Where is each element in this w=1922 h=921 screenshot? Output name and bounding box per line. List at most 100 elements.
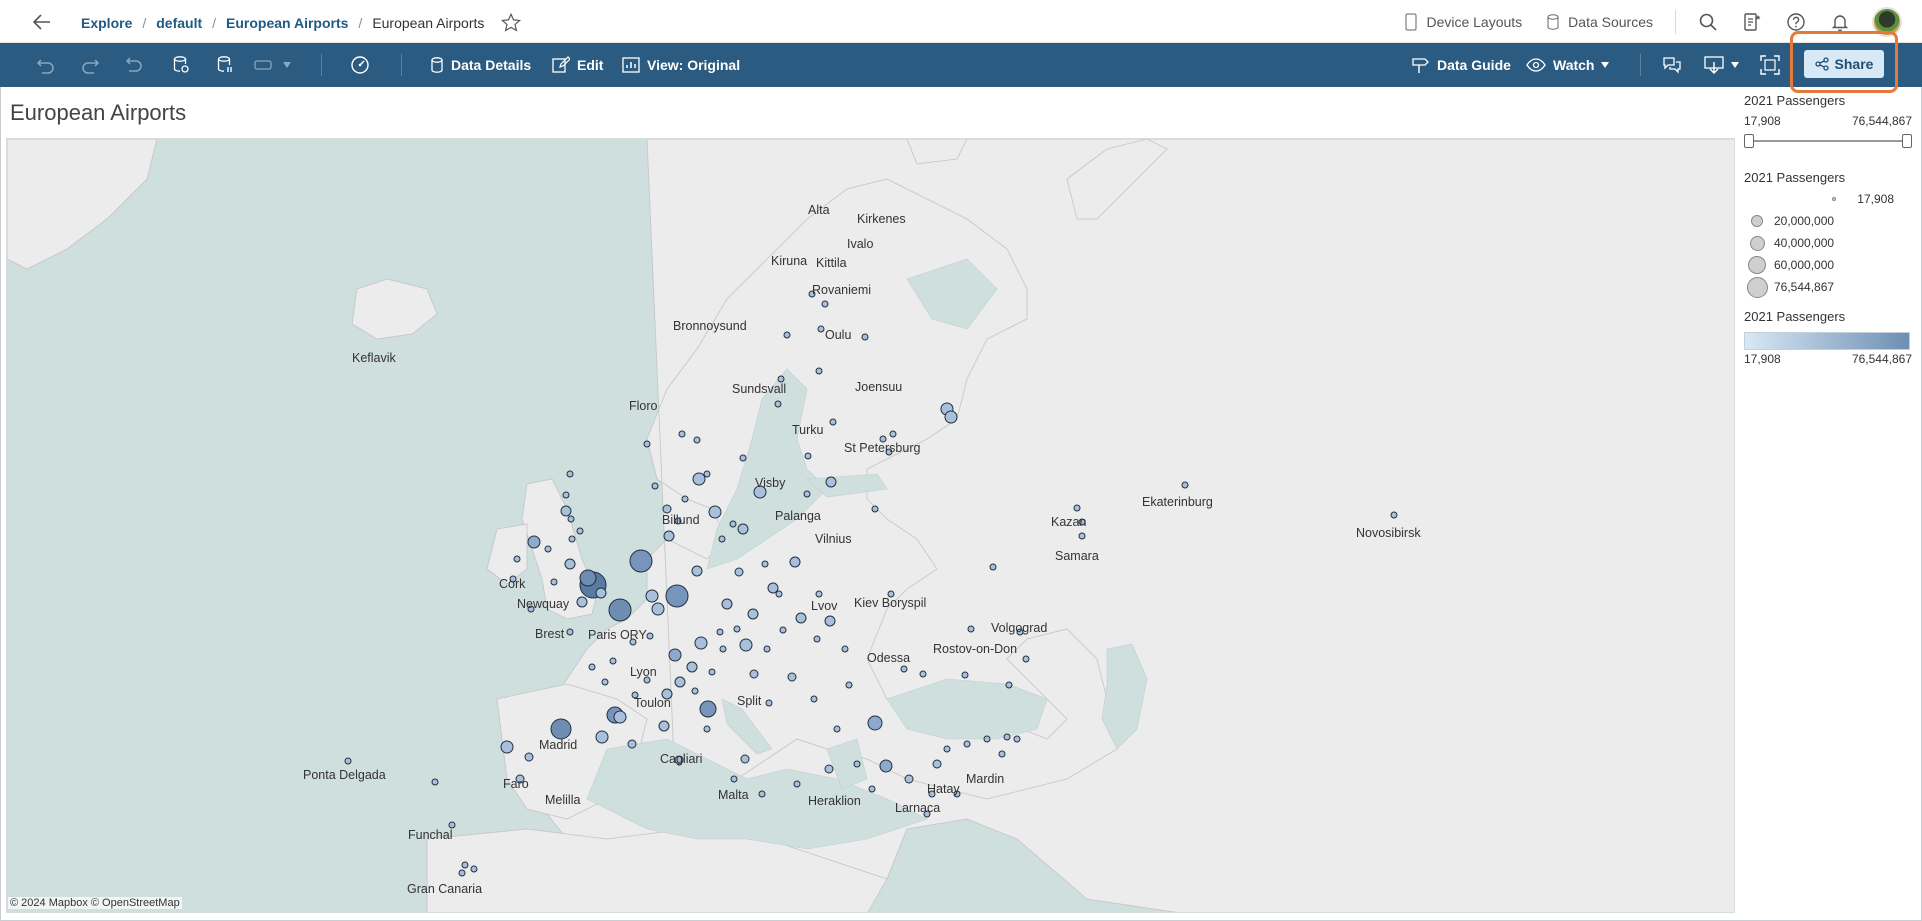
redo-button[interactable] (80, 43, 100, 87)
city-label: Funchal (408, 828, 452, 842)
airport-marker (1013, 735, 1021, 743)
color-min-value: 17,908 (1744, 352, 1781, 366)
size-dot (1749, 235, 1765, 251)
airport-marker (789, 556, 801, 568)
airport-marker (527, 535, 541, 549)
breadcrumb-explore[interactable]: Explore (81, 15, 132, 31)
airport-marker (861, 333, 869, 341)
airport-marker (749, 669, 759, 679)
airport-marker (944, 410, 958, 424)
airport-marker (889, 430, 897, 438)
airport-marker (703, 725, 711, 733)
size-legend-item[interactable]: 76,544,867 (1744, 276, 1894, 298)
search-button[interactable] (1686, 0, 1730, 43)
airport-marker (651, 602, 665, 616)
city-label: Paris ORY (588, 628, 647, 642)
city-label: Kazan (1051, 515, 1086, 529)
metrics-button[interactable] (350, 43, 370, 87)
passengers-range-filter[interactable]: 2021 Passengers 17,908 76,544,867 (1744, 93, 1912, 148)
airport-marker (613, 710, 627, 724)
edit-icon (552, 56, 570, 73)
data-details-button[interactable]: Data Details (430, 43, 531, 87)
comments-button[interactable] (1662, 43, 1682, 87)
pause-updates-button[interactable] (216, 43, 234, 87)
slider-max-handle[interactable] (1902, 134, 1912, 148)
breadcrumb-separator: / (142, 15, 147, 31)
view-toolbar: Data Details Edit View: Original Data Gu… (0, 43, 1922, 87)
range-slider[interactable] (1744, 134, 1912, 148)
city-label: Visby (755, 476, 786, 490)
airport-marker (601, 678, 609, 686)
back-arrow-icon[interactable] (30, 10, 54, 34)
data-sources-button[interactable]: Data Sources (1534, 13, 1665, 31)
full-screen-icon (1760, 55, 1780, 75)
size-legend-item[interactable]: 60,000,000 (1744, 254, 1894, 276)
airport-marker (344, 757, 352, 765)
document-star-icon (1744, 12, 1761, 31)
city-label: Hatay (927, 782, 960, 796)
color-legend-values: 17,908 76,544,867 (1744, 352, 1912, 366)
airport-marker (733, 625, 741, 633)
size-dot (1748, 256, 1766, 274)
view-original-button[interactable]: View: Original (622, 43, 740, 87)
download-button[interactable] (1704, 43, 1739, 87)
watch-button[interactable]: Watch (1526, 43, 1610, 87)
airport-marker (703, 470, 711, 478)
city-label: Melilla (545, 793, 580, 807)
slider-min-handle[interactable] (1744, 134, 1754, 148)
data-guide-button[interactable]: Data Guide (1410, 43, 1511, 87)
airport-marker (804, 452, 812, 460)
airport-marker (853, 760, 861, 768)
airport-marker (761, 560, 769, 568)
whats-new-button[interactable] (1730, 0, 1774, 43)
color-legend[interactable]: 2021 Passengers 17,908 76,544,867 (1744, 309, 1912, 366)
ireland-landmass (486, 523, 528, 585)
signpost-icon (1412, 58, 1429, 73)
size-dot (1746, 276, 1768, 298)
airport-marker (662, 504, 672, 514)
replay-animation-button[interactable] (254, 43, 291, 87)
airport-marker (793, 780, 801, 788)
airport-marker (824, 615, 836, 627)
divider (401, 54, 402, 76)
airport-marker (576, 596, 588, 608)
airport-marker (824, 764, 834, 774)
revert-button[interactable] (124, 43, 144, 87)
airport-marker (564, 558, 576, 570)
airport-marker (810, 695, 818, 703)
device-layouts-button[interactable]: Device Layouts (1392, 13, 1534, 31)
airport-marker (681, 495, 689, 503)
size-legend-item[interactable]: 17,908 (1744, 188, 1894, 210)
airport-marker (943, 745, 951, 753)
airport-map[interactable]: Alta Kirkenes Ivalo Kiruna Kittila Rovan… (6, 138, 1735, 913)
size-legend-item[interactable]: 20,000,000 (1744, 210, 1894, 232)
airport-marker (646, 632, 654, 640)
airport-marker (663, 530, 675, 542)
city-label: Kiruna (771, 254, 807, 268)
map-attribution[interactable]: © 2024 Mapbox © OpenStreetMap (8, 897, 182, 909)
refresh-data-button[interactable] (172, 43, 190, 87)
airport-marker (609, 657, 617, 665)
full-screen-button[interactable] (1760, 43, 1780, 87)
breadcrumb-workbook[interactable]: European Airports (226, 15, 348, 31)
airport-marker (595, 730, 609, 744)
airport-marker (562, 491, 570, 499)
city-label: Lvov (811, 599, 838, 613)
airport-marker (932, 759, 942, 769)
edit-button[interactable]: Edit (552, 43, 603, 87)
favorite-star-icon[interactable] (500, 12, 522, 34)
airport-marker (500, 740, 514, 754)
city-label: Kirkenes (857, 212, 906, 226)
airport-marker (919, 670, 927, 678)
size-legend-item[interactable]: 40,000,000 (1744, 232, 1894, 254)
airport-marker (739, 638, 753, 652)
undo-button[interactable] (36, 43, 56, 87)
breadcrumb-project[interactable]: default (156, 15, 202, 31)
airport-marker (868, 785, 876, 793)
map-canvas[interactable]: Alta Kirkenes Ivalo Kiruna Kittila Rovan… (7, 139, 1735, 913)
size-dot (1751, 215, 1763, 227)
city-label: Novosibirsk (1356, 526, 1421, 540)
airport-marker (568, 535, 576, 543)
airport-marker (719, 645, 727, 653)
database-refresh-icon (173, 56, 189, 73)
